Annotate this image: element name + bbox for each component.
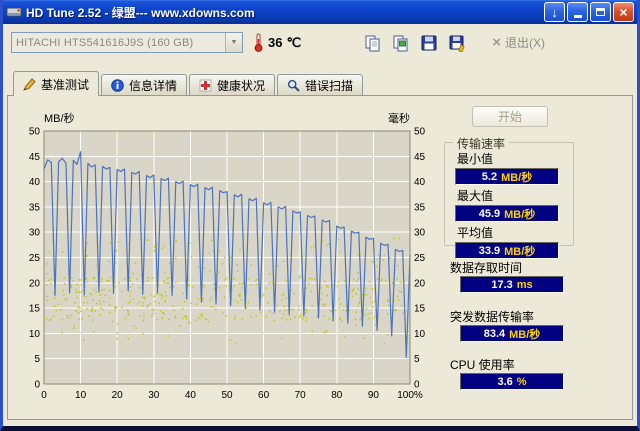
max-value-badge: 45.9 MB/秒: [455, 205, 559, 222]
svg-text:45: 45: [414, 152, 426, 163]
window-title: HD Tune 2.52 - 绿盟--- www.xdowns.com: [26, 5, 255, 20]
thermometer-icon: [254, 33, 263, 52]
exit-label: 退出(X): [505, 36, 545, 50]
svg-text:90: 90: [368, 390, 380, 401]
svg-text:40: 40: [29, 177, 41, 188]
maximize-icon: [596, 8, 605, 16]
cpu-usage-badge: 3.6 %: [460, 373, 564, 390]
svg-text:0: 0: [34, 380, 40, 391]
health-icon: [199, 79, 212, 91]
tab-health[interactable]: 健康状况: [189, 74, 276, 95]
tab-benchmark[interactable]: 基准测试: [13, 71, 100, 96]
drive-select[interactable]: HITACHI HTS541616J9S (160 GB) ▼: [11, 32, 243, 53]
copy-image-icon: [393, 35, 408, 51]
svg-text:45: 45: [29, 152, 41, 163]
svg-text:20: 20: [29, 278, 41, 289]
tab-benchmark-label: 基准测试: [41, 77, 90, 92]
benchmark-panel: MB/秒 毫秒 50 50 45 45 40 40 35 35 30 30 25 25 20 20 15 15…: [7, 95, 633, 420]
close-button[interactable]: ×: [613, 2, 634, 22]
svg-text:35: 35: [414, 202, 426, 213]
toolbar-actions: [362, 32, 468, 54]
chevron-down-icon[interactable]: ▼: [225, 33, 242, 52]
svg-text:100%: 100%: [397, 390, 423, 401]
info-icon: [111, 78, 124, 92]
temperature-value: 36: [268, 35, 283, 50]
drive-select-value: HITACHI HTS541616J9S (160 GB): [16, 36, 194, 49]
start-button[interactable]: 开始: [472, 106, 548, 127]
benchmark-icon: [23, 77, 36, 91]
transfer-rate-group: 传输速率 最小值 5.2 MB/秒 最大值 45.9 MB/秒 平均值 33.9…: [444, 135, 574, 259]
avg-value-label: 平均值: [457, 226, 494, 240]
svg-text:30: 30: [414, 228, 426, 239]
min-value-label: 最小值: [457, 152, 494, 166]
svg-text:10: 10: [414, 329, 426, 340]
minimize-button[interactable]: [567, 2, 588, 22]
floppy-save-icon: [421, 35, 437, 50]
download-arrow-icon[interactable]: ↓: [544, 2, 565, 22]
copy-screenshot-button[interactable]: [390, 32, 412, 54]
benchmark-chart: 50 5045 4540 4035 3530 3025 2520 2015 1510 105 50 0…: [29, 127, 426, 402]
svg-text:35: 35: [29, 202, 41, 213]
svg-text:0: 0: [414, 380, 420, 391]
svg-text:60: 60: [258, 390, 270, 401]
svg-text:80: 80: [331, 390, 343, 401]
max-value-label: 最大值: [457, 189, 494, 203]
toolbar: HITACHI HTS541616J9S (160 GB) ▼ 36 ℃ × 退…: [3, 24, 637, 61]
copy-pages-icon: [365, 35, 380, 51]
svg-text:5: 5: [34, 354, 40, 365]
svg-text:10: 10: [29, 329, 41, 340]
tab-health-label: 健康状况: [217, 78, 266, 93]
temperature-readout: 36 ℃: [253, 33, 301, 52]
svg-text:20: 20: [112, 390, 124, 401]
access-time-label: 数据存取时间: [450, 261, 523, 275]
burst-rate-label: 突发数据传输率: [450, 310, 535, 324]
svg-text:15: 15: [29, 304, 41, 315]
svg-text:25: 25: [414, 253, 426, 264]
svg-text:40: 40: [185, 390, 197, 401]
svg-text:30: 30: [148, 390, 160, 401]
svg-text:70: 70: [295, 390, 307, 401]
maximize-button[interactable]: [590, 2, 611, 22]
avg-value-badge: 33.9 MB/秒: [455, 242, 559, 259]
svg-text:5: 5: [414, 354, 420, 365]
minimize-icon: [573, 15, 582, 18]
copy-text-button[interactable]: [362, 32, 384, 54]
error-scan-icon: [287, 79, 300, 92]
min-value-badge: 5.2 MB/秒: [455, 168, 559, 185]
access-time-badge: 17.3 ms: [460, 276, 564, 293]
svg-text:40: 40: [414, 177, 426, 188]
svg-text:10: 10: [75, 390, 87, 401]
temperature-unit: ℃: [286, 34, 302, 50]
svg-text:50: 50: [221, 390, 233, 401]
burst-rate-badge: 83.4 MB/秒: [460, 325, 564, 342]
hd-tune-window: HD Tune 2.52 - 绿盟--- www.xdowns.com ↓ × …: [0, 0, 640, 431]
save-as-button[interactable]: [446, 32, 468, 54]
svg-text:25: 25: [29, 253, 41, 264]
svg-text:50: 50: [414, 127, 426, 138]
svg-text:15: 15: [414, 304, 426, 315]
tab-error-scan[interactable]: 错误扫描: [277, 74, 364, 95]
hard-disk-icon: [6, 4, 22, 20]
cpu-usage-label: CPU 使用率: [450, 358, 515, 372]
tab-error-scan-label: 错误扫描: [305, 78, 354, 93]
svg-text:50: 50: [29, 127, 41, 138]
tab-info[interactable]: 信息详情: [101, 74, 188, 95]
floppy-save-image-icon: [449, 35, 465, 52]
svg-text:20: 20: [414, 278, 426, 289]
svg-text:30: 30: [29, 228, 41, 239]
exit-x-icon: ×: [492, 34, 501, 51]
tab-info-label: 信息详情: [129, 78, 178, 93]
svg-text:0: 0: [41, 390, 47, 401]
save-screenshot-button[interactable]: [418, 32, 440, 54]
tab-bar: 基准测试 信息详情 健康状况 错误扫描: [13, 71, 365, 96]
exit-button[interactable]: × 退出(X): [492, 34, 545, 51]
titlebar[interactable]: HD Tune 2.52 - 绿盟--- www.xdowns.com ↓ ×: [3, 0, 637, 24]
transfer-rate-group-title: 传输速率: [453, 135, 510, 152]
